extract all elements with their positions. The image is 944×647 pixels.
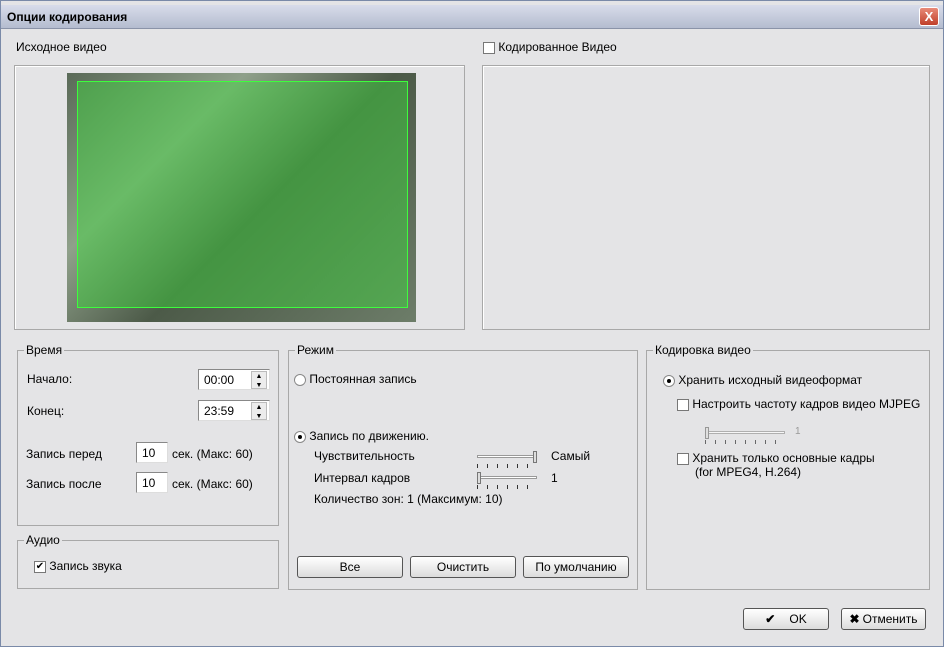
time-group: Время Начало: 00:00 ▲ ▼ Конец: 23:59 ▲ ▼ Зап… <box>17 343 279 526</box>
mjpeg-rate-checkbox[interactable]: Настроить частоту кадров видео MJPEG <box>677 397 920 411</box>
keep-format-label: Хранить исходный видеоформат <box>678 373 863 387</box>
interval-slider[interactable] <box>477 472 537 489</box>
slider-thumb[interactable] <box>533 451 537 463</box>
zones-count: Количество зон: 1 (Максимум: 10) <box>314 492 503 506</box>
x-icon: ✖ <box>849 612 860 626</box>
pre-record-suffix: сек. (Макс: 60) <box>172 447 253 461</box>
cancel-label: Отменить <box>862 612 918 626</box>
post-record-suffix: сек. (Макс: 60) <box>172 477 253 491</box>
motion-label: Запись по движению. <box>309 429 430 443</box>
radio-selected-icon[interactable] <box>294 430 306 443</box>
end-time-value: 23:59 <box>204 404 235 418</box>
encoded-video-label: Кодированное Видео <box>498 40 617 54</box>
pre-record-input[interactable]: 10 <box>136 442 168 463</box>
start-time-spinner[interactable]: ▲ ▼ <box>251 371 267 389</box>
time-legend: Время <box>24 343 65 357</box>
mjpeg-rate-slider[interactable] <box>705 427 785 444</box>
keyframes-note: (for MPEG4, H.264) <box>695 465 802 479</box>
end-label: Конец: <box>27 404 65 418</box>
radio-icon[interactable] <box>294 373 306 386</box>
start-label: Начало: <box>27 372 73 386</box>
continuous-label: Постоянная запись <box>309 372 417 386</box>
sensitivity-slider[interactable] <box>477 451 537 468</box>
start-time-value: 00:00 <box>204 373 235 387</box>
checkbox-icon[interactable] <box>677 398 689 411</box>
mjpeg-rate-label: Настроить частоту кадров видео MJPEG <box>692 397 921 411</box>
sensitivity-label: Чувствительность <box>314 449 415 463</box>
end-time-spinner[interactable]: ▲ ▼ <box>251 402 267 420</box>
post-record-label: Запись после <box>26 477 102 491</box>
cancel-button[interactable]: ✖ Отменить <box>841 608 926 630</box>
pre-record-label: Запись перед <box>26 447 102 461</box>
source-video-label: Исходное видео <box>16 40 107 54</box>
encoded-video-panel <box>482 65 930 330</box>
motion-radio[interactable]: Запись по движению. <box>294 429 429 443</box>
title-bar: Опции кодирования X <box>1 5 943 29</box>
close-button[interactable]: X <box>919 7 939 26</box>
window-title: Опции кодирования <box>7 10 128 24</box>
encoding-legend: Кодировка видео <box>653 343 753 357</box>
video-encoding-group: Кодировка видео Хранить исходный видеофо… <box>646 343 930 590</box>
camera-preview <box>67 73 416 322</box>
checkbox-icon[interactable] <box>677 452 689 465</box>
mode-group: Режим Постоянная запись Запись по движен… <box>288 343 638 590</box>
select-all-button[interactable]: Все <box>297 556 403 578</box>
mode-legend: Режим <box>295 343 336 357</box>
clear-button[interactable]: Очистить <box>410 556 516 578</box>
motion-zone-rect[interactable] <box>77 81 408 308</box>
radio-selected-icon[interactable] <box>663 374 675 387</box>
audio-legend: Аудио <box>24 533 62 547</box>
ok-button[interactable]: ✔ OK <box>743 608 829 630</box>
default-button[interactable]: По умолчанию <box>523 556 629 578</box>
keyframes-checkbox[interactable]: Хранить только основные кадры <box>677 451 875 465</box>
keep-format-radio[interactable]: Хранить исходный видеоформат <box>663 373 862 387</box>
continuous-radio[interactable]: Постоянная запись <box>294 372 417 386</box>
record-audio-checkbox[interactable]: ✔ Запись звука <box>34 559 122 573</box>
keyframes-label: Хранить только основные кадры <box>692 451 875 465</box>
slider-thumb[interactable] <box>477 472 481 484</box>
interval-label: Интервал кадров <box>314 471 411 485</box>
ok-label: OK <box>789 612 807 626</box>
post-record-input[interactable]: 10 <box>136 472 168 493</box>
source-video-panel <box>14 65 465 330</box>
checkbox-icon[interactable] <box>483 41 495 54</box>
record-audio-label: Запись звука <box>49 559 122 573</box>
end-time-input[interactable]: 23:59 ▲ ▼ <box>198 400 270 421</box>
checkmark-icon[interactable]: ✔ <box>34 560 46 573</box>
interval-value: 1 <box>551 471 558 485</box>
mjpeg-rate-value: 1 <box>795 426 801 437</box>
encoding-options-dialog: Опции кодирования X Исходное видео Кодир… <box>0 0 944 647</box>
encoded-video-checkbox[interactable]: Кодированное Видео <box>483 40 617 54</box>
slider-thumb[interactable] <box>705 427 709 439</box>
audio-group: Аудио ✔ Запись звука <box>17 533 279 589</box>
sensitivity-value: Самый <box>551 449 591 463</box>
start-time-input[interactable]: 00:00 ▲ ▼ <box>198 369 270 390</box>
checkmark-icon: ✔ <box>765 612 776 626</box>
